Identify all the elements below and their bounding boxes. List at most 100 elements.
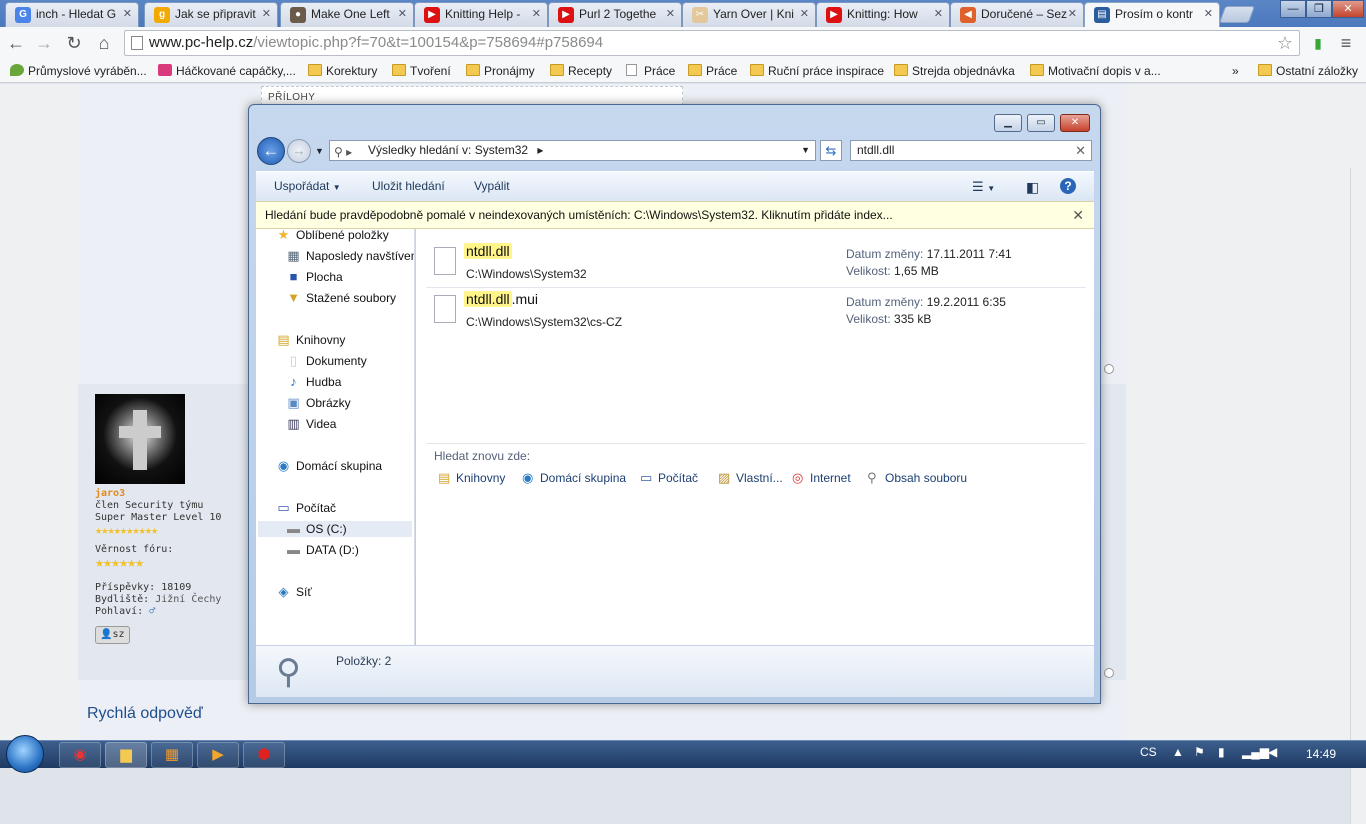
tab-6[interactable]: ✂ Yarn Over | Kni ✕ — [682, 2, 816, 27]
preview-pane-icon[interactable]: ◧ — [1026, 179, 1039, 196]
search-again-item[interactable]: ⚲ Obsah souboru — [867, 471, 967, 486]
bookmark-item[interactable]: Tvoření — [392, 62, 451, 80]
avatar[interactable] — [95, 394, 185, 484]
result-item[interactable]: ntdll.dll .mui C:\Windows\System32\cs-CZ Da… — [428, 291, 1088, 335]
tab-4[interactable]: ▶ Knitting Help - ✕ — [414, 2, 548, 27]
menu-icon[interactable]: ≡ — [1334, 31, 1358, 55]
tab-close-icon[interactable]: ✕ — [1204, 3, 1213, 25]
nav-item[interactable]: ▣ Obrázky — [286, 395, 350, 411]
forward-icon[interactable]: → — [32, 31, 56, 55]
tab-close-icon[interactable]: ✕ — [398, 3, 407, 25]
chrome-taskbar-icon[interactable]: ◉ — [59, 742, 101, 768]
address-dropdown-icon[interactable]: ▼ — [801, 141, 810, 160]
tab-close-icon[interactable]: ✕ — [800, 3, 809, 25]
nav-item[interactable]: ▯ Dokumenty — [286, 353, 367, 369]
forward-button[interactable]: → — [287, 139, 311, 163]
help-icon[interactable]: ? — [1060, 178, 1076, 194]
tab-8[interactable]: ◀ Doručené – Sez ✕ — [950, 2, 1084, 27]
flag-icon[interactable]: ⚑ — [1194, 745, 1205, 759]
nav-item[interactable]: ▦ Naposledy navštívené — [286, 248, 414, 264]
tab-close-icon[interactable]: ✕ — [262, 3, 271, 25]
save-search-button[interactable]: Uložit hledání — [372, 179, 445, 193]
quick-reply-title[interactable]: Rychlá odpověď — [87, 705, 203, 723]
search-input[interactable]: ntdll.dll ✕ — [850, 140, 1092, 161]
scroll-up-icon-2[interactable] — [1104, 668, 1114, 678]
nav-item[interactable]: ★ Oblíbené položky — [276, 229, 389, 243]
other-bookmarks[interactable]: Ostatní záložky — [1258, 62, 1358, 80]
security-taskbar-icon[interactable]: ⬢ — [243, 742, 285, 768]
show-hidden-icons[interactable]: ▲ — [1172, 745, 1184, 759]
bookmark-item[interactable]: Strejda objednávka — [894, 62, 1015, 80]
tab-7[interactable]: ▶ Knitting: How ✕ — [816, 2, 950, 27]
search-again-item[interactable]: ◎ Internet — [792, 471, 851, 486]
breadcrumb-chevron-icon[interactable]: ▸ — [537, 143, 543, 157]
burn-button[interactable]: Vypálit — [474, 179, 510, 193]
tab-2[interactable]: g Jak se připravit ✕ — [144, 2, 278, 27]
new-tab-button[interactable] — [1218, 6, 1256, 23]
nav-item[interactable]: ▤ Knihovny — [276, 332, 345, 348]
bookmark-item[interactable]: Recepty — [550, 62, 612, 80]
nav-item[interactable]: ♪ Hudba — [286, 374, 341, 390]
tab-1[interactable]: Ginch - Hledat G ✕ — [5, 2, 139, 27]
username[interactable]: jaro3 — [95, 488, 245, 500]
search-again-item[interactable]: ◉ Domácí skupina — [522, 471, 626, 486]
bookmark-item[interactable]: Práce — [626, 62, 675, 80]
nav-item[interactable]: ◉ Domácí skupina — [276, 458, 382, 474]
search-again-item[interactable]: ▤ Knihovny — [438, 471, 505, 486]
nav-item[interactable]: ◈ Síť — [276, 584, 312, 600]
bookmark-item[interactable]: Průmyslové vyráběn... — [10, 62, 147, 80]
close-button[interactable]: ✕ — [1060, 114, 1090, 132]
tab-close-icon[interactable]: ✕ — [666, 3, 675, 25]
history-dropdown-icon[interactable]: ▼ — [315, 146, 324, 156]
tab-close-icon[interactable]: ✕ — [934, 3, 943, 25]
scroll-up-icon[interactable] — [1104, 364, 1114, 374]
home-icon[interactable]: ⌂ — [92, 31, 116, 55]
clock[interactable]: 14:49 — [1306, 747, 1336, 761]
bookmark-star-icon[interactable]: ☆ — [1277, 31, 1293, 55]
browser-close-button[interactable]: ✕ — [1332, 0, 1364, 18]
address-bar[interactable]: www.pc-help.cz/viewtopic.php?f=70&t=1001… — [124, 30, 1300, 56]
page-scrollbar[interactable] — [1350, 168, 1366, 824]
nav-item[interactable]: ■ Plocha — [286, 269, 343, 285]
tab-9[interactable]: ▤ Prosím o kontr ✕ — [1084, 2, 1220, 27]
bookmark-item[interactable]: Ruční práce inspirace — [750, 62, 884, 80]
power-icon[interactable]: ▮ — [1218, 745, 1225, 759]
nav-item[interactable]: ▼ Stažené soubory — [286, 290, 396, 306]
send-message-button[interactable]: 👤sz — [95, 626, 130, 644]
explorer-taskbar-icon[interactable]: ▆ — [105, 742, 147, 768]
nav-item[interactable]: ▭ Počítač — [276, 500, 336, 516]
search-again-item[interactable]: ▭ Počítač — [640, 471, 698, 486]
tab-3[interactable]: ● Make One Left ✕ — [280, 2, 414, 27]
close-infobar-icon[interactable]: ✕ — [1072, 202, 1084, 228]
nav-item[interactable]: ▬ DATA (D:) — [286, 542, 359, 558]
bookmark-item[interactable]: Korektury — [308, 62, 377, 80]
media-player-taskbar-icon[interactable]: ▶ — [197, 742, 239, 768]
clear-search-icon[interactable]: ✕ — [1075, 141, 1086, 160]
tab-close-icon[interactable]: ✕ — [123, 3, 132, 25]
browser-minimize-button[interactable]: — — [1280, 0, 1306, 18]
minimize-button[interactable]: ▁ — [994, 114, 1022, 132]
nav-item[interactable]: ▬ OS (C:) — [258, 521, 412, 537]
bookmark-item[interactable]: Práce — [688, 62, 737, 80]
back-button[interactable]: ← — [257, 137, 285, 165]
explorer-address-bar[interactable]: ⚲ ▸ Výsledky hledání v: System32 ▸ ▼ — [329, 140, 816, 161]
tab-5[interactable]: ▶ Purl 2 Togethe ✕ — [548, 2, 682, 27]
reload-icon[interactable]: ↻ — [62, 31, 86, 55]
nav-item[interactable]: ▥ Videa — [286, 416, 336, 432]
volume-icon[interactable]: ◀ — [1268, 745, 1277, 759]
app-taskbar-icon[interactable]: ▦ — [151, 742, 193, 768]
bookmark-item[interactable]: Motivační dopis v a... — [1030, 62, 1161, 80]
maximize-button[interactable]: ▭ — [1027, 114, 1055, 132]
language-indicator[interactable]: CS — [1140, 745, 1157, 759]
browser-restore-button[interactable]: ❐ — [1306, 0, 1332, 18]
refresh-icon[interactable]: ⇆ — [820, 140, 842, 161]
index-info-bar[interactable]: Hledání bude pravděpodobně pomalé v nein… — [256, 201, 1094, 229]
organize-button[interactable]: Uspořádat ▼ — [274, 179, 341, 193]
view-options-icon[interactable]: ☰ ▼ — [972, 179, 995, 195]
tab-close-icon[interactable]: ✕ — [1068, 3, 1077, 25]
start-button[interactable] — [6, 735, 44, 773]
extension-icon[interactable]: ▮ — [1306, 31, 1330, 55]
search-again-item[interactable]: ▨ Vlastní... — [718, 471, 783, 486]
bookmark-item[interactable]: Háčkované capáčky,... — [158, 62, 296, 80]
bookmarks-overflow[interactable]: » — [1232, 62, 1239, 80]
